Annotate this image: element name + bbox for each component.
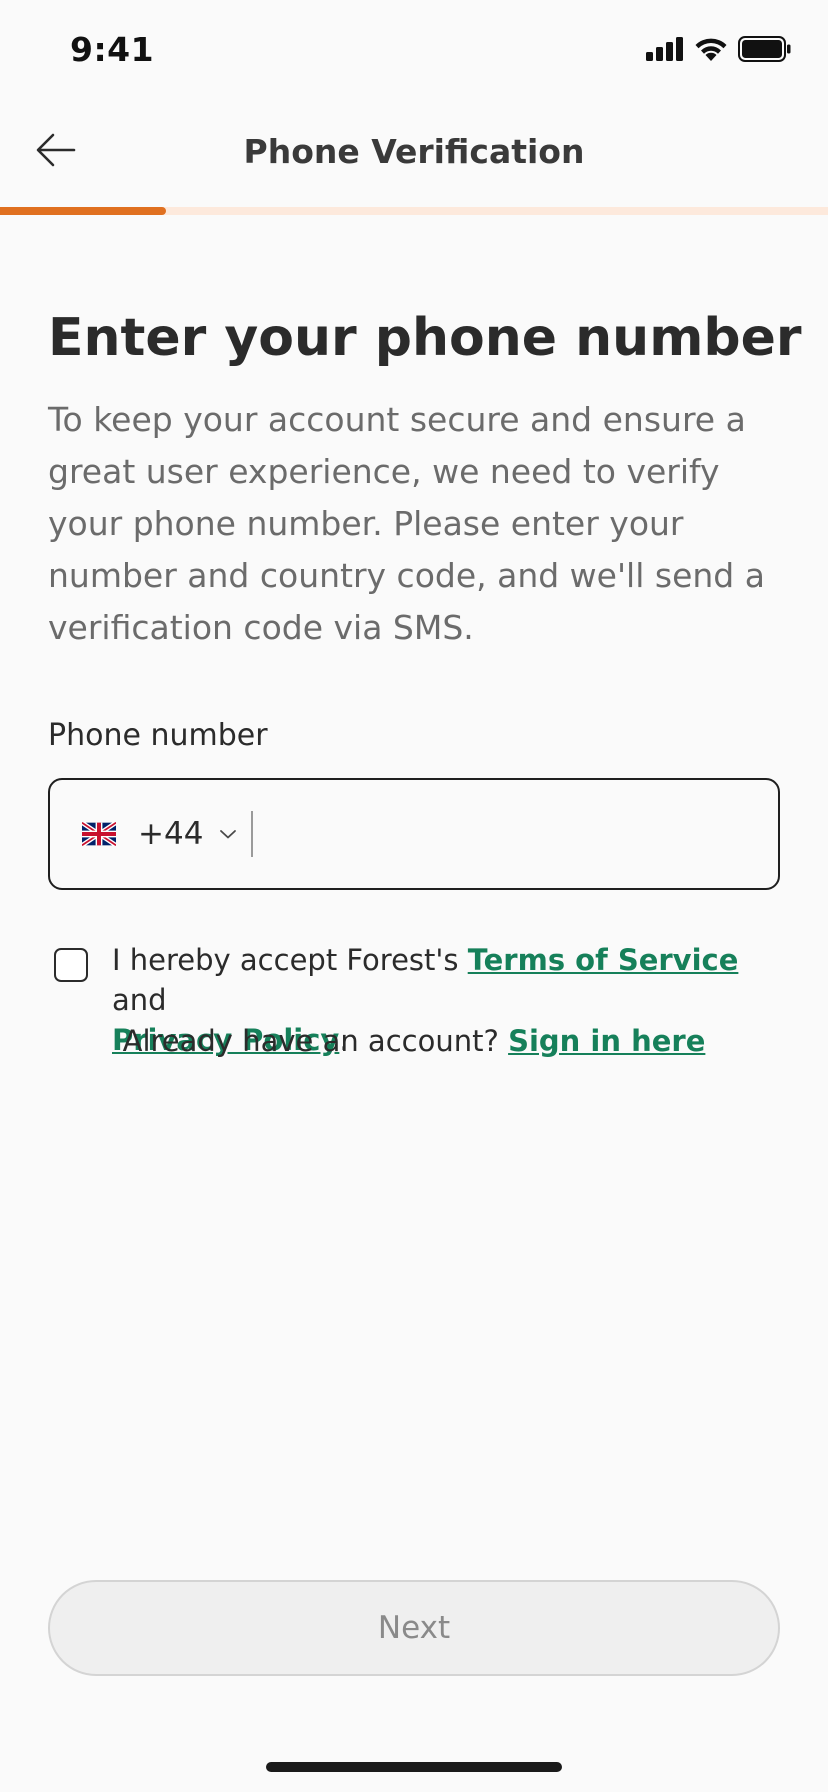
- signin-row: Already have an account? Sign in here: [0, 1024, 828, 1058]
- country-code: +44: [138, 816, 204, 852]
- phone-number-field: +44: [48, 778, 780, 890]
- page-title: Phone Verification: [243, 132, 585, 171]
- home-indicator: [266, 1762, 562, 1772]
- next-button[interactable]: Next: [48, 1580, 780, 1676]
- status-bar: 9:41: [0, 0, 828, 100]
- uk-flag-icon: [80, 820, 118, 848]
- status-time: 9:41: [70, 30, 155, 69]
- signin-prompt: Already have an account?: [122, 1024, 509, 1058]
- phone-number-label: Phone number: [48, 718, 268, 753]
- chevron-down-icon: [219, 828, 237, 840]
- description-text: To keep your account secure and ensure a…: [48, 400, 765, 647]
- heading: Enter your phone number: [48, 308, 802, 368]
- country-code-picker[interactable]: +44: [50, 780, 237, 888]
- progress-fill: [0, 207, 166, 215]
- terms-of-service-link[interactable]: Terms of Service: [468, 943, 739, 977]
- consent-middle: and: [112, 983, 167, 1017]
- battery-icon: [738, 36, 792, 66]
- progress-bar: [0, 207, 828, 215]
- wifi-icon: [694, 36, 728, 66]
- sign-in-link[interactable]: Sign in here: [508, 1024, 705, 1058]
- phone-number-input[interactable]: [253, 779, 778, 889]
- nav-bar: Phone Verification: [0, 100, 828, 208]
- status-icons: [646, 36, 792, 66]
- terms-checkbox[interactable]: [54, 948, 88, 982]
- cellular-signal-icon: [646, 37, 684, 65]
- consent-prefix: I hereby accept Forest's: [112, 943, 468, 977]
